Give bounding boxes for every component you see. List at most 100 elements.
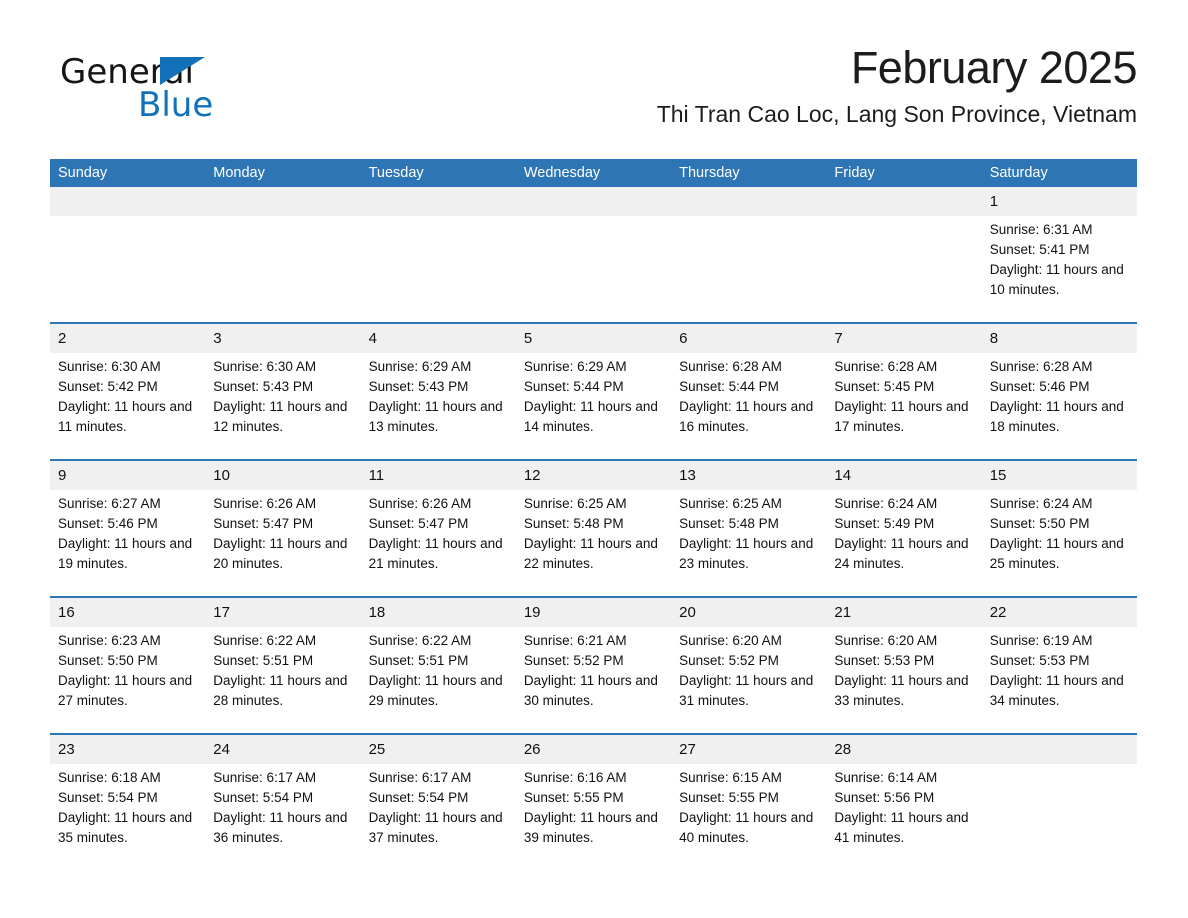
sunrise-text: Sunrise: 6:17 AM xyxy=(368,770,472,785)
sunrise-text: Sunrise: 6:25 AM xyxy=(523,496,627,511)
sunrise-text: Sunrise: 6:30 AM xyxy=(213,359,317,374)
day-number: 15 xyxy=(989,467,1007,484)
day-cell[interactable]: 10 Sunrise: 6:26 AM Sunset: 5:47 PM Dayligh… xyxy=(205,461,360,596)
sunset-text: Sunset: 5:50 PM xyxy=(989,516,1090,531)
day-cell[interactable]: 4 Sunrise: 6:29 AM Sunset: 5:43 PM Daylight… xyxy=(361,324,516,459)
day-number: 14 xyxy=(834,467,852,484)
daylight-text: Daylight: 11 hours and 12 minutes. xyxy=(213,399,348,434)
sunset-text: Sunset: 5:47 PM xyxy=(368,516,469,531)
day-info: Sunrise: 6:20 AM Sunset: 5:53 PM Daylight:… xyxy=(834,631,977,711)
day-cell[interactable]: 7 Sunrise: 6:28 AM Sunset: 5:45 PM Daylight… xyxy=(826,324,981,459)
day-cell[interactable]: 15 Sunrise: 6:24 AM Sunset: 5:50 PM Dayligh… xyxy=(982,461,1137,596)
weekday-header-sunday: Sunday xyxy=(58,165,108,181)
day-info: Sunrise: 6:28 AM Sunset: 5:46 PM Daylight:… xyxy=(990,357,1133,437)
weekday-header-monday: Monday xyxy=(213,165,265,181)
weekday-header-saturday: Saturday xyxy=(989,165,1048,181)
day-cell[interactable]: 2 Sunrise: 6:30 AM Sunset: 5:42 PM Daylight… xyxy=(50,324,205,459)
sunset-text: Sunset: 5:51 PM xyxy=(368,653,469,668)
day-cell[interactable]: 14 Sunrise: 6:24 AM Sunset: 5:49 PM Dayligh… xyxy=(826,461,981,596)
daylight-text: Daylight: 11 hours and 19 minutes. xyxy=(58,536,193,571)
day-info: Sunrise: 6:18 AM Sunset: 5:54 PM Daylight:… xyxy=(58,768,201,848)
day-cell[interactable]: 13 Sunrise: 6:25 AM Sunset: 5:48 PM Dayligh… xyxy=(671,461,826,596)
day-cell[interactable]: 28 Sunrise: 6:14 AM Sunset: 5:56 PM Dayligh… xyxy=(826,735,981,870)
general-blue-logo: General Blue xyxy=(60,52,320,132)
day-cell[interactable]: 11 Sunrise: 6:26 AM Sunset: 5:47 PM Dayligh… xyxy=(361,461,516,596)
day-info: Sunrise: 6:16 AM Sunset: 5:55 PM Daylight:… xyxy=(524,768,667,848)
day-cell[interactable]: 24 Sunrise: 6:17 AM Sunset: 5:54 PM Dayligh… xyxy=(205,735,360,870)
day-cell[interactable]: 6 Sunrise: 6:28 AM Sunset: 5:44 PM Daylight… xyxy=(671,324,826,459)
day-cell[interactable]: 20 Sunrise: 6:20 AM Sunset: 5:52 PM Dayligh… xyxy=(671,598,826,733)
calendar-grid: Sunday Monday Tuesday Wednesday Thursday… xyxy=(50,159,1137,870)
sunset-text: Sunset: 5:51 PM xyxy=(213,653,314,668)
day-cell[interactable]: 18 Sunrise: 6:22 AM Sunset: 5:51 PM Dayligh… xyxy=(361,598,516,733)
daylight-text: Daylight: 11 hours and 25 minutes. xyxy=(989,536,1124,571)
triangle-icon xyxy=(160,57,205,85)
day-cell[interactable]: 25 Sunrise: 6:17 AM Sunset: 5:54 PM Dayligh… xyxy=(361,735,516,870)
daylight-text: Daylight: 11 hours and 39 minutes. xyxy=(523,810,658,845)
day-cell[interactable]: 9 Sunrise: 6:27 AM Sunset: 5:46 PM Daylight… xyxy=(50,461,205,596)
day-cell-empty xyxy=(361,187,516,322)
day-cell[interactable]: 17 Sunrise: 6:22 AM Sunset: 5:51 PM Dayligh… xyxy=(205,598,360,733)
sunset-text: Sunset: 5:45 PM xyxy=(834,379,935,394)
calendar-page: General Blue February 2025 Thi Tran Cao … xyxy=(0,0,1188,918)
sunset-text: Sunset: 5:44 PM xyxy=(523,379,624,394)
day-cell[interactable]: 8 Sunrise: 6:28 AM Sunset: 5:46 PM Daylight… xyxy=(982,324,1137,459)
day-number: 12 xyxy=(523,467,541,484)
sunset-text: Sunset: 5:48 PM xyxy=(523,516,624,531)
weekday-header-wednesday: Wednesday xyxy=(523,165,601,181)
sunrise-text: Sunrise: 6:28 AM xyxy=(989,359,1093,374)
day-cell[interactable]: 19 Sunrise: 6:21 AM Sunset: 5:52 PM Dayligh… xyxy=(516,598,671,733)
day-info: Sunrise: 6:17 AM Sunset: 5:54 PM Daylight:… xyxy=(213,768,356,848)
title-block: February 2025 Thi Tran Cao Loc, Lang Son… xyxy=(377,40,1138,128)
day-cell[interactable]: 26 Sunrise: 6:16 AM Sunset: 5:55 PM Dayligh… xyxy=(516,735,671,870)
sunrise-text: Sunrise: 6:22 AM xyxy=(368,633,472,648)
daylight-text: Daylight: 11 hours and 18 minutes. xyxy=(989,399,1124,434)
sunset-text: Sunset: 5:56 PM xyxy=(834,790,935,805)
day-info: Sunrise: 6:25 AM Sunset: 5:48 PM Daylight:… xyxy=(679,494,822,574)
sunrise-text: Sunrise: 6:19 AM xyxy=(989,633,1093,648)
sunset-text: Sunset: 5:43 PM xyxy=(368,379,469,394)
daylight-text: Daylight: 11 hours and 11 minutes. xyxy=(58,399,193,434)
sunset-text: Sunset: 5:52 PM xyxy=(679,653,779,668)
day-number: 21 xyxy=(834,604,852,621)
sunrise-text: Sunrise: 6:18 AM xyxy=(58,770,161,785)
sunrise-text: Sunrise: 6:15 AM xyxy=(679,770,782,785)
sunrise-text: Sunrise: 6:26 AM xyxy=(213,496,317,511)
weekday-header-friday: Friday xyxy=(834,165,875,181)
daylight-text: Daylight: 11 hours and 28 minutes. xyxy=(213,673,348,708)
day-number: 9 xyxy=(58,467,67,484)
day-cell[interactable]: 12 Sunrise: 6:25 AM Sunset: 5:48 PM Dayligh… xyxy=(516,461,671,596)
day-info: Sunrise: 6:24 AM Sunset: 5:49 PM Daylight:… xyxy=(834,494,977,574)
day-cell[interactable]: 23 Sunrise: 6:18 AM Sunset: 5:54 PM Dayligh… xyxy=(50,735,205,870)
daylight-text: Daylight: 11 hours and 40 minutes. xyxy=(679,810,814,845)
sunrise-text: Sunrise: 6:25 AM xyxy=(679,496,782,511)
day-cell[interactable]: 3 Sunrise: 6:30 AM Sunset: 5:43 PM Daylight… xyxy=(205,324,360,459)
sunset-text: Sunset: 5:54 PM xyxy=(213,790,314,805)
daylight-text: Daylight: 11 hours and 10 minutes. xyxy=(989,262,1124,297)
sunrise-text: Sunrise: 6:28 AM xyxy=(834,359,938,374)
page-header: General Blue February 2025 Thi Tran Cao … xyxy=(50,40,1138,150)
daylight-text: Daylight: 11 hours and 21 minutes. xyxy=(368,536,503,571)
sunset-text: Sunset: 5:50 PM xyxy=(58,653,158,668)
calendar-weeks: 1 Sunrise: 6:31 AM Sunset: 5:41 PM Daylight… xyxy=(50,187,1137,870)
day-cell[interactable]: 16 Sunrise: 6:23 AM Sunset: 5:50 PM Dayligh… xyxy=(50,598,205,733)
day-info: Sunrise: 6:28 AM Sunset: 5:44 PM Daylight:… xyxy=(679,357,822,437)
day-info: Sunrise: 6:22 AM Sunset: 5:51 PM Daylight:… xyxy=(369,631,512,711)
day-number: 24 xyxy=(213,741,230,758)
day-info: Sunrise: 6:30 AM Sunset: 5:43 PM Daylight:… xyxy=(213,357,356,437)
sunrise-text: Sunrise: 6:16 AM xyxy=(523,770,627,785)
day-info: Sunrise: 6:31 AM Sunset: 5:41 PM Daylight:… xyxy=(990,220,1133,300)
day-number: 10 xyxy=(213,467,230,484)
day-cell-empty xyxy=(826,187,981,322)
day-cell[interactable]: 22 Sunrise: 6:19 AM Sunset: 5:53 PM Dayligh… xyxy=(982,598,1137,733)
sunrise-text: Sunrise: 6:27 AM xyxy=(58,496,161,511)
day-info: Sunrise: 6:22 AM Sunset: 5:51 PM Daylight:… xyxy=(213,631,356,711)
day-cell[interactable]: 21 Sunrise: 6:20 AM Sunset: 5:53 PM Dayligh… xyxy=(826,598,981,733)
day-number: 18 xyxy=(368,604,386,621)
day-cell[interactable]: 1 Sunrise: 6:31 AM Sunset: 5:41 PM Daylight… xyxy=(982,187,1137,322)
day-cell-empty xyxy=(671,187,826,322)
day-cell[interactable]: 27 Sunrise: 6:15 AM Sunset: 5:55 PM Dayligh… xyxy=(671,735,826,870)
day-cell[interactable]: 5 Sunrise: 6:29 AM Sunset: 5:44 PM Daylight… xyxy=(516,324,671,459)
day-number: 27 xyxy=(679,741,696,758)
sunset-text: Sunset: 5:43 PM xyxy=(213,379,314,394)
